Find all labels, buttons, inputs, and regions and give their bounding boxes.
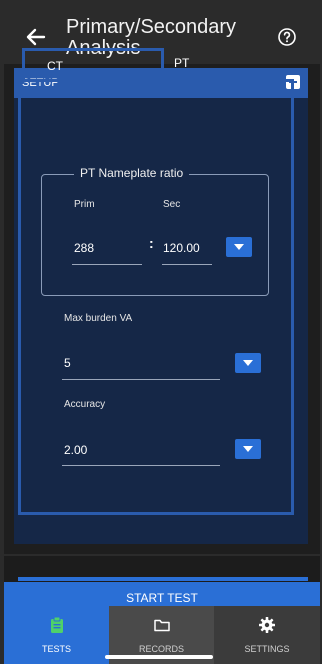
nameplate-group (41, 174, 269, 296)
nav-records-label: RECORDS (138, 644, 184, 654)
prim-label: Prim (74, 199, 95, 210)
nav-settings-label: SETTINGS (244, 644, 290, 654)
sec-input[interactable]: 120.00 (163, 241, 200, 255)
nameplate-title: PT Nameplate ratio (74, 166, 190, 180)
accuracy-dropdown-button[interactable] (235, 439, 261, 459)
card-edge (18, 577, 308, 581)
tab-ct[interactable]: CT (22, 48, 164, 82)
accuracy-input[interactable]: 2.00 (64, 443, 87, 457)
sec-underline (162, 264, 212, 265)
home-indicator[interactable] (105, 655, 213, 659)
accuracy-underline (62, 465, 220, 466)
nav-tests[interactable]: TESTS (4, 606, 109, 664)
back-arrow-icon[interactable] (24, 25, 48, 49)
sec-dropdown-button[interactable] (226, 237, 252, 257)
gear-icon (259, 617, 275, 633)
max-burden-dropdown-button[interactable] (235, 353, 261, 373)
nav-tests-label: TESTS (41, 644, 71, 654)
ratio-separator: : (149, 235, 154, 251)
title-line-1: Primary/Secondary (66, 16, 237, 38)
max-burden-underline (62, 379, 220, 380)
max-burden-label: Max burden VA (64, 313, 133, 324)
nav-settings[interactable]: SETTINGS (214, 606, 320, 664)
sec-label: Sec (163, 199, 181, 210)
clipboard-icon (51, 616, 63, 633)
prim-underline (72, 264, 142, 265)
tab-pt[interactable]: PT (164, 48, 290, 82)
prim-input[interactable]: 288 (74, 241, 94, 255)
help-icon[interactable] (277, 27, 297, 47)
max-burden-input[interactable]: 5 (64, 356, 71, 370)
start-test-button[interactable]: START TEST (4, 582, 320, 606)
accuracy-label: Accuracy (64, 399, 106, 410)
folder-icon (154, 619, 170, 632)
